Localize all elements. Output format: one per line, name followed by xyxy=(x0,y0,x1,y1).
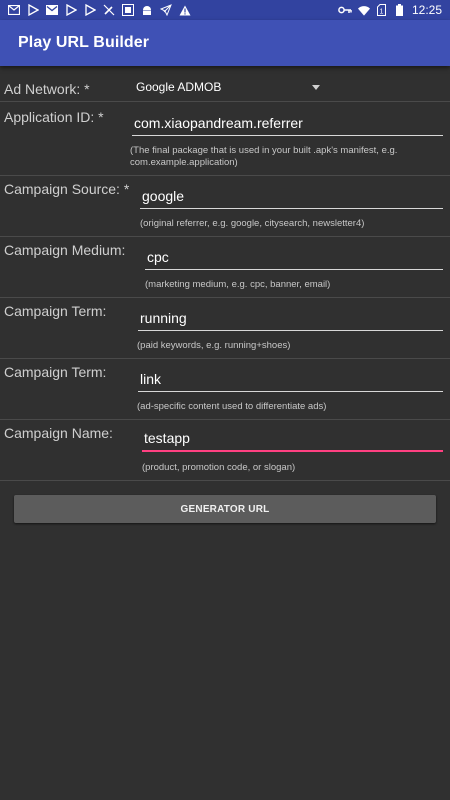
notification-icons xyxy=(0,4,191,16)
wifi-icon xyxy=(357,4,370,16)
campaign-medium-value: cpc xyxy=(147,248,169,265)
campaign-name-input[interactable]: testapp xyxy=(142,426,443,452)
campaign-name-label: Campaign Name: xyxy=(4,425,113,441)
generator-url-button[interactable]: GENERATOR URL xyxy=(14,495,436,523)
android-icon xyxy=(141,4,153,16)
application-id-input[interactable]: com.xiaopandream.referrer xyxy=(132,110,443,136)
campaign-source-value: google xyxy=(142,187,185,204)
system-icons: 1 12:25 xyxy=(338,0,442,20)
svg-text:1: 1 xyxy=(380,9,384,16)
play-store-icon xyxy=(65,4,77,16)
status-clock: 12:25 xyxy=(411,3,442,17)
campaign-name-value: testapp xyxy=(144,430,190,446)
app-bar: Play URL Builder xyxy=(0,20,450,66)
application-id-row: Application ID: * com.xiaopandream.refer… xyxy=(0,101,450,176)
campaign-medium-hint: (marketing medium, e.g. cpc, banner, ema… xyxy=(145,279,331,290)
ad-network-value: Google ADMOB xyxy=(136,80,222,94)
campaign-name-row: Campaign Name: testapp (product, promoti… xyxy=(0,419,450,481)
play-store-icon xyxy=(27,4,39,16)
ad-network-row: Ad Network: * Google ADMOB xyxy=(0,67,450,102)
application-id-hint: (The final package that is used in your … xyxy=(130,145,398,168)
campaign-term-input[interactable]: running xyxy=(138,305,443,331)
campaign-content-input[interactable]: link xyxy=(138,366,443,392)
warning-icon xyxy=(179,4,191,16)
campaign-term-label: Campaign Term: xyxy=(4,303,107,319)
ad-network-spinner[interactable]: Google ADMOB xyxy=(136,77,322,97)
sim-icon: 1 xyxy=(376,4,388,16)
campaign-source-hint: (original referrer, e.g. google, citysea… xyxy=(140,218,365,229)
ad-network-label: Ad Network: * xyxy=(4,81,90,97)
campaign-content-label: Campaign Term: xyxy=(4,364,107,380)
application-id-value: com.xiaopandream.referrer xyxy=(134,114,303,131)
vpn-key-icon xyxy=(338,4,352,16)
android-icon xyxy=(122,4,134,16)
no-edit-icon xyxy=(103,4,115,16)
campaign-source-row: Campaign Source: * google (original refe… xyxy=(0,175,450,237)
campaign-content-value: link xyxy=(140,370,162,387)
play-store-icon xyxy=(84,4,96,16)
application-id-label: Application ID: * xyxy=(4,109,104,125)
campaign-term-value: running xyxy=(140,309,187,326)
gmail-icon xyxy=(46,4,58,16)
mail-icon xyxy=(8,4,20,16)
campaign-source-label: Campaign Source: * xyxy=(4,181,130,197)
generator-url-button-label: GENERATOR URL xyxy=(180,503,270,515)
campaign-content-hint: (ad-specific content used to differentia… xyxy=(137,401,327,412)
campaign-content-row: Campaign Term: link (ad-specific content… xyxy=(0,358,450,420)
campaign-term-row: Campaign Term: running (paid keywords, e… xyxy=(0,297,450,359)
status-bar: 1 12:25 xyxy=(0,0,450,20)
campaign-medium-row: Campaign Medium: cpc (marketing medium, … xyxy=(0,236,450,298)
dropdown-arrow-icon xyxy=(312,84,320,90)
campaign-medium-label: Campaign Medium: xyxy=(4,242,126,258)
campaign-medium-input[interactable]: cpc xyxy=(145,244,443,270)
campaign-source-input[interactable]: google xyxy=(140,183,443,209)
app-title: Play URL Builder xyxy=(18,34,150,51)
battery-icon xyxy=(394,4,406,16)
rocket-icon xyxy=(160,4,172,16)
campaign-name-hint: (product, promotion code, or slogan) xyxy=(142,462,296,473)
campaign-term-hint: (paid keywords, e.g. running+shoes) xyxy=(137,340,291,351)
